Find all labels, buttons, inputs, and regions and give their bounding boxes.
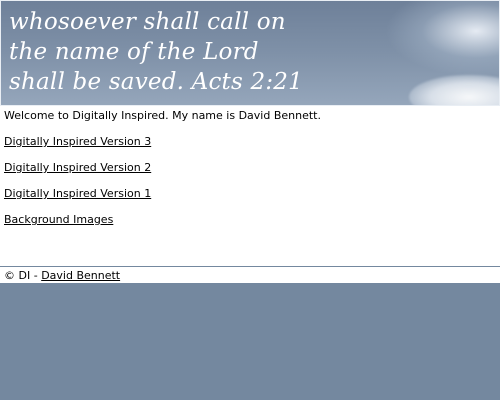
main-content: Welcome to Digitally Inspired. My name i…	[0, 106, 500, 266]
banner-quote: whosoever shall call on the name of the …	[9, 7, 303, 97]
footer: © DI - David Bennett	[0, 267, 500, 283]
banner-quote-line: shall be saved. Acts 2:21	[9, 69, 303, 95]
link-digitally-inspired-version-2[interactable]: Digitally Inspired Version 2	[4, 161, 496, 174]
welcome-text: Welcome to Digitally Inspired. My name i…	[4, 109, 321, 122]
link-background-images[interactable]: Background Images	[4, 213, 496, 226]
copyright-text: © DI -	[4, 269, 42, 282]
link-digitally-inspired-version-3[interactable]: Digitally Inspired Version 3	[4, 135, 496, 148]
banner-quote-line: whosoever shall call on	[9, 9, 286, 35]
cloud-image	[409, 75, 499, 105]
banner-quote-line: the name of the Lord	[9, 39, 259, 65]
author-link[interactable]: David Bennett	[41, 269, 120, 282]
header-banner: whosoever shall call on the name of the …	[0, 0, 500, 106]
link-digitally-inspired-version-1[interactable]: Digitally Inspired Version 1	[4, 187, 496, 200]
